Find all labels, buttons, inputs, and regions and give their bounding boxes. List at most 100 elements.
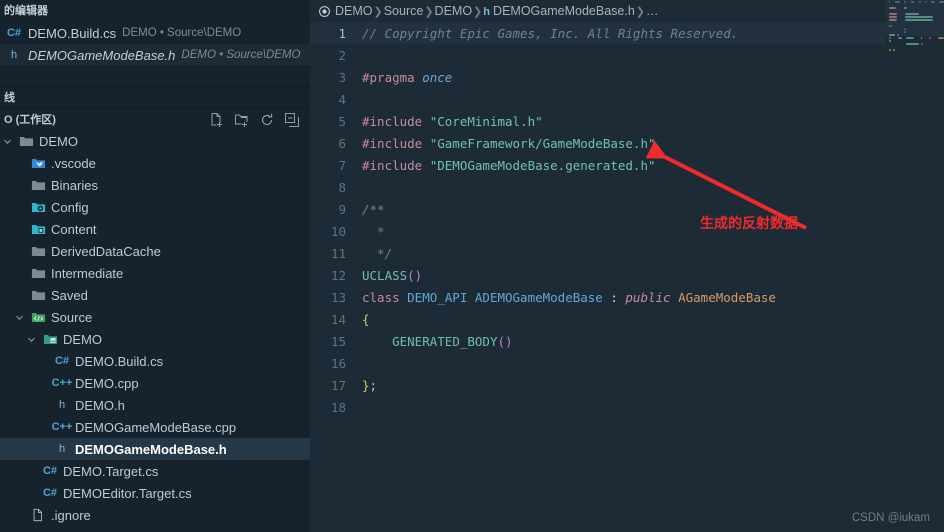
vscode-folder-icon	[30, 155, 46, 171]
code-line[interactable]: 4	[310, 88, 944, 110]
tree-row[interactable]: .vscode	[0, 152, 310, 174]
line-number: 14	[330, 311, 346, 327]
code-line[interactable]: 18	[310, 396, 944, 418]
code-token: ()	[497, 333, 513, 349]
code-line[interactable]: 3 #pragma once	[310, 66, 944, 88]
tree-row[interactable]: DEMO	[0, 328, 310, 350]
code-line[interactable]: 6 #include "GameFramework/GameModeBase.h"	[310, 132, 944, 154]
code-line[interactable]: 9 /**	[310, 198, 944, 220]
explorer-header[interactable]: O (工作区)	[0, 108, 310, 130]
code-line[interactable]: 17};	[310, 374, 944, 396]
tree-row[interactable]: Binaries	[0, 174, 310, 196]
tree-row-label: DEMO.cpp	[75, 375, 139, 391]
tree-row-label: Saved	[51, 287, 88, 303]
tree-row[interactable]: DerivedDataCache	[0, 240, 310, 262]
refresh-icon[interactable]	[259, 112, 275, 128]
tree-row[interactable]: Source	[0, 306, 310, 328]
breadcrumb-segment[interactable]: …	[646, 4, 659, 18]
tree-row-selected[interactable]: h DEMOGameModeBase.h	[0, 438, 310, 460]
tree-row[interactable]: Content	[0, 218, 310, 240]
outline-header[interactable]: 线	[0, 86, 310, 108]
new-folder-icon[interactable]	[234, 112, 250, 128]
breadcrumb-separator-icon: ❯	[424, 6, 434, 18]
tree-row[interactable]: C# DEMO.Build.cs	[0, 350, 310, 372]
minimap[interactable]	[886, 0, 944, 532]
code-token: {	[362, 311, 370, 327]
minimap-gap	[889, 43, 890, 45]
symbol-circle-icon	[318, 5, 331, 18]
tree-row-label: DEMOGameModeBase.cpp	[75, 419, 237, 435]
line-number: 2	[338, 47, 346, 63]
tree-row[interactable]: Config	[0, 196, 310, 218]
breadcrumb-segment[interactable]: Source	[384, 4, 424, 18]
line-number: 13	[330, 289, 346, 305]
content-folder-icon	[30, 221, 46, 237]
tree-row-label: DEMO.Build.cs	[75, 353, 164, 369]
tree-row[interactable]: C# DEMO.Target.cs	[0, 460, 310, 482]
cs-file-icon: C#	[42, 465, 58, 477]
folder-icon	[30, 243, 46, 259]
code-token: // Copyright Epic Games, Inc. All Rights…	[362, 25, 739, 41]
tree-row[interactable]: C++ DEMO.cpp	[0, 372, 310, 394]
tree-row-label: Config	[51, 199, 89, 215]
minimap-slider[interactable]	[886, 0, 944, 36]
code-line[interactable]: 12 UCLASS()	[310, 264, 944, 286]
open-editors-header[interactable]: 的编辑器	[0, 0, 310, 22]
code-content[interactable]: 1 // Copyright Epic Games, Inc. All Right…	[310, 22, 944, 418]
tree-row[interactable]: .ignore	[0, 504, 310, 526]
tree-row-label: Source	[51, 309, 93, 325]
line-number: 1	[338, 25, 346, 41]
minimap-block	[889, 39, 891, 42]
code-line-text: */	[362, 246, 392, 261]
open-editor-item[interactable]: C# DEMO.Build.cs DEMO • Source\DEMO	[0, 22, 310, 44]
minimap-block	[889, 48, 891, 51]
minimap-block	[905, 42, 919, 45]
line-number: 17	[330, 377, 346, 393]
tree-row[interactable]: C# DEMOEditor.Target.cs	[0, 482, 310, 504]
code-line[interactable]: 5 #include "CoreMinimal.h"	[310, 110, 944, 132]
open-editor-filename: DEMOGameModeBase.h	[28, 47, 176, 63]
line-number: 4	[338, 91, 346, 107]
chevron-down-icon[interactable]	[2, 136, 13, 147]
line-number: 18	[330, 399, 346, 415]
src-folder-icon	[42, 331, 58, 347]
code-line[interactable]: 16	[310, 352, 944, 374]
collapse-all-icon[interactable]	[284, 112, 300, 128]
breadcrumb-segment[interactable]: DEMOGameModeBase.h	[493, 4, 635, 18]
tree-row[interactable]: DEMO	[0, 130, 310, 152]
tree-row[interactable]: Intermediate	[0, 262, 310, 284]
code-token: #include	[362, 113, 430, 129]
cs-file-icon: C#	[6, 27, 22, 39]
cpp-file-icon: C++	[51, 377, 73, 389]
minimap-block	[898, 36, 902, 39]
tree-row[interactable]: Saved	[0, 284, 310, 306]
breadcrumb-items: DEMO❯Source❯DEMO❯h DEMOGameModeBase.h❯…	[335, 4, 659, 18]
code-line-text: class DEMO_API ADEMOGameModeBase : publi…	[362, 290, 776, 305]
h-file-icon: h	[10, 49, 18, 61]
new-file-icon[interactable]	[209, 112, 225, 128]
breadcrumb-segment[interactable]: DEMO	[435, 4, 473, 18]
code-line[interactable]: 15 GENERATED_BODY()	[310, 330, 944, 352]
code-line[interactable]: 10 *	[310, 220, 944, 242]
code-token: DEMO_API ADEMOGameModeBase	[407, 289, 603, 305]
code-line[interactable]: 7 #include "DEMOGameModeBase.generated.h"	[310, 154, 944, 176]
chevron-down-icon[interactable]	[14, 312, 25, 323]
code-line[interactable]: 13 class DEMO_API ADEMOGameModeBase : pub…	[310, 286, 944, 308]
code-line-text: // Copyright Epic Games, Inc. All Rights…	[362, 26, 738, 41]
code-line[interactable]: 11 */	[310, 242, 944, 264]
code-line[interactable]: 14 {	[310, 308, 944, 330]
tree-row-label: DerivedDataCache	[51, 243, 161, 259]
code-line[interactable]: 8	[310, 176, 944, 198]
code-line[interactable]: 1 // Copyright Epic Games, Inc. All Right…	[310, 22, 944, 44]
code-line[interactable]: 2	[310, 44, 944, 66]
chevron-down-icon[interactable]	[26, 334, 37, 345]
tree-row[interactable]: h DEMO.h	[0, 394, 310, 416]
breadcrumb-segment[interactable]: DEMO	[335, 4, 373, 18]
tree-row[interactable]: C++ DEMOGameModeBase.cpp	[0, 416, 310, 438]
open-editor-item[interactable]: h DEMOGameModeBase.h DEMO • Source\DEMO	[0, 44, 310, 66]
